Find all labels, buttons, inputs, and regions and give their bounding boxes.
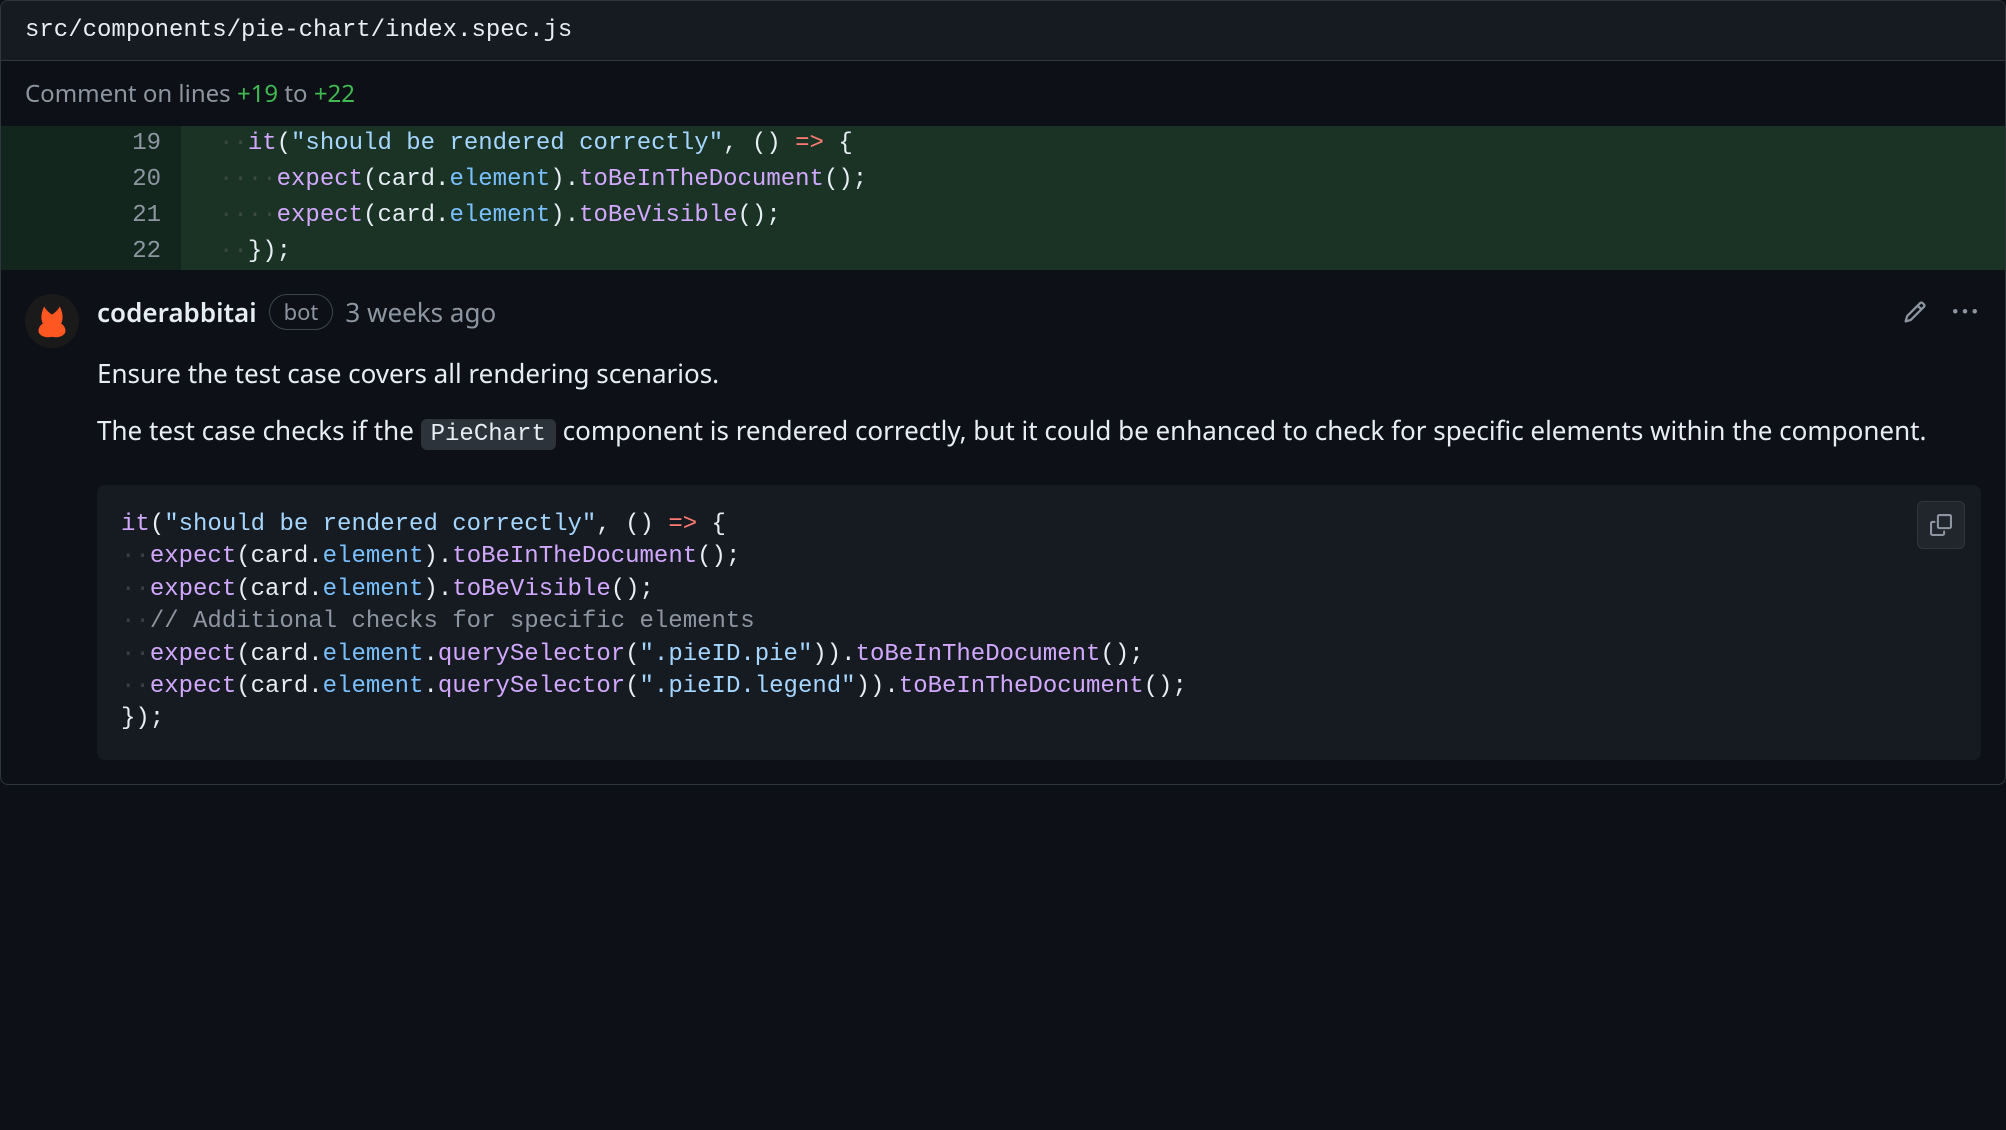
file-path[interactable]: src/components/pie-chart/index.spec.js [25,17,572,44]
diff-marker [181,162,211,198]
diff-marker [181,234,211,270]
diff-marker [181,198,211,234]
diff-line: 19 ··it("should be rendered correctly", … [1,126,2005,162]
gutter-new: 21 [91,198,181,234]
gutter-new: 20 [91,162,181,198]
whitespace-dots: ·· [219,130,248,157]
suggestion-line: ··expect(card.element.querySelector(".pi… [121,671,1957,703]
suggestion-line: ··expect(card.element.querySelector(".pi… [121,639,1957,671]
comment-timestamp[interactable]: 3 weeks ago [345,294,496,330]
diff-line: 20 ····expect(card.element).toBeInTheDoc… [1,162,2005,198]
range-to-word: to [284,77,307,110]
gutter-old [1,162,91,198]
review-panel: src/components/pie-chart/index.spec.js C… [0,0,2006,785]
edit-button[interactable] [1899,296,1931,328]
suggestion-line: it("should be rendered correctly", () =>… [121,509,1957,541]
text-after-code: component is rendered correctly, but it … [556,412,1927,448]
suggestion-line: ··expect(card.element).toBeVisible(); [121,574,1957,606]
copy-button[interactable] [1917,501,1965,549]
comment-paragraph: Ensure the test case covers all renderin… [97,354,1981,393]
diff-code: ··}); [211,234,2005,270]
comment-header: coderabbitai bot 3 weeks ago [97,294,1981,330]
suggestion-line: ··// Additional checks for specific elem… [121,606,1957,638]
file-header: src/components/pie-chart/index.spec.js [1,1,2005,61]
diff-code: ····expect(card.element).toBeVisible(); [211,198,2005,234]
text-before-code: The test case checks if the [97,412,421,448]
diff-block: 19 ··it("should be rendered correctly", … [1,126,2005,270]
comment-actions [1899,296,1981,328]
gutter-new: 22 [91,234,181,270]
inline-code: PieChart [421,419,556,450]
suggestion-block: it("should be rendered correctly", () =>… [97,485,1981,760]
gutter-old [1,126,91,162]
comment-paragraph: The test case checks if the PieChart com… [97,411,1981,453]
range-to: +22 [314,77,355,110]
range-prefix: Comment on lines [25,77,231,110]
pencil-icon [1903,300,1927,324]
range-from: +19 [237,77,278,110]
diff-code: ····expect(card.element).toBeInTheDocume… [211,162,2005,198]
comment-author[interactable]: coderabbitai [97,294,257,330]
comment-range: Comment on lines +19 to +22 [1,61,2005,126]
diff-line: 22 ··}); [1,234,2005,270]
suggestion-line: }); [121,703,1957,735]
diff-marker [181,126,211,162]
comment: coderabbitai bot 3 weeks ago [1,270,2005,784]
kebab-menu-button[interactable] [1949,296,1981,328]
whitespace-dots: ···· [219,202,277,229]
diff-line: 21 ····expect(card.element).toBeVisible(… [1,198,2005,234]
coderabbit-icon [31,300,73,342]
comment-body: coderabbitai bot 3 weeks ago [97,294,1981,760]
gutter-old [1,198,91,234]
gutter-new: 19 [91,126,181,162]
whitespace-dots: ···· [219,166,277,193]
gutter-old [1,234,91,270]
whitespace-dots: ·· [219,238,248,265]
kebab-icon [1953,300,1977,324]
copy-icon [1930,514,1952,536]
diff-code: ··it("should be rendered correctly", () … [211,126,2005,162]
bot-badge: bot [269,294,334,330]
suggestion-line: ··expect(card.element).toBeInTheDocument… [121,541,1957,573]
avatar[interactable] [25,294,79,348]
